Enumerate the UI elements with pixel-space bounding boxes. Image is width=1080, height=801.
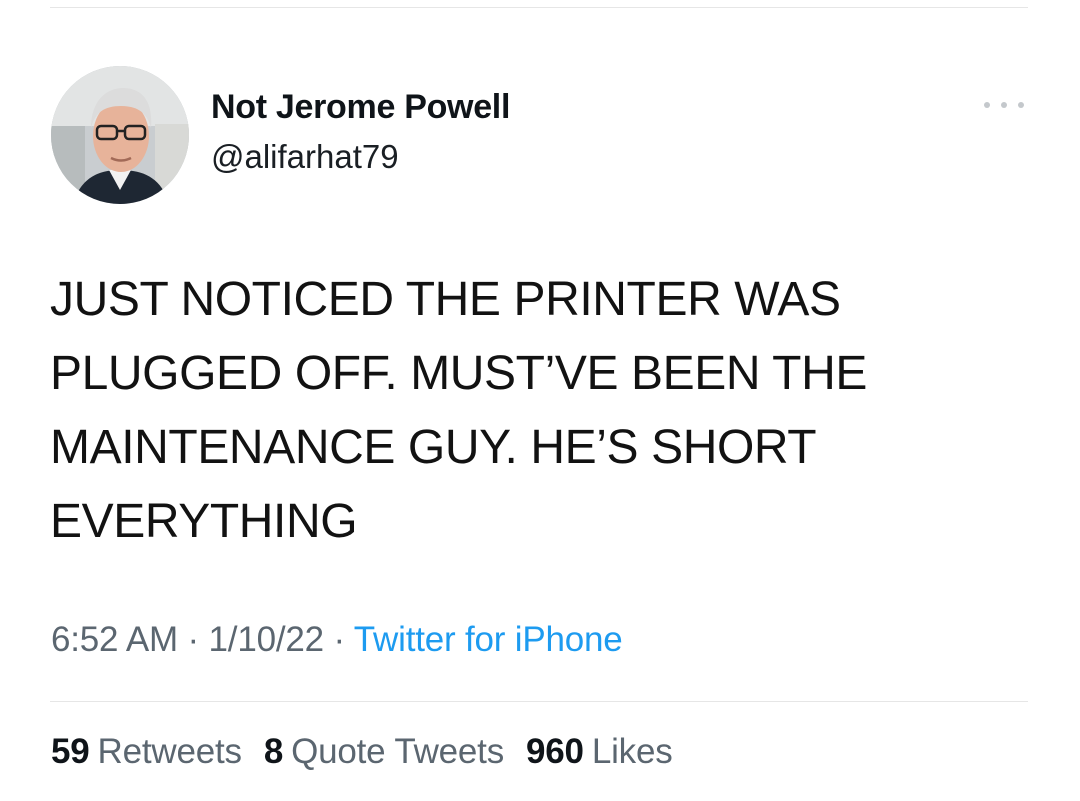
tweet-time[interactable]: 6:52 AM [51,620,178,659]
tweet-source-link[interactable]: Twitter for iPhone [354,620,623,659]
user-handle[interactable]: @alifarhat79 [211,138,399,176]
more-horizontal-icon [984,102,990,108]
avatar-image [51,66,189,204]
avatar[interactable] [51,66,189,204]
likes-label: Likes [591,732,673,771]
tweet-date[interactable]: 1/10/22 [209,620,325,659]
meta-separator: · [333,620,354,659]
more-horizontal-icon-dot [1001,102,1007,108]
quote-tweets-stat[interactable]: 8 Quote Tweets [264,732,504,772]
quote-tweets-label: Quote Tweets [291,732,505,771]
meta-separator: · [187,620,209,659]
likes-count: 960 [526,732,584,771]
top-divider [50,7,1028,8]
meta-divider [50,701,1028,702]
more-horizontal-icon-dot [1018,102,1024,108]
retweets-count: 59 [51,732,90,771]
retweets-stat[interactable]: 59 Retweets [51,732,242,772]
retweets-label: Retweets [97,732,242,771]
tweet-metadata: 6:52 AM · 1/10/22 · Twitter for iPhone [51,620,623,660]
display-name[interactable]: Not Jerome Powell [211,88,510,127]
likes-stat[interactable]: 960 Likes [526,732,673,772]
tweet-text: JUST NOTICED THE PRINTER WAS PLUGGED OFF… [50,273,867,548]
quote-tweets-count: 8 [263,732,284,771]
tweet-stats: 59 Retweets 8 Quote Tweets 960 Likes [51,732,673,772]
more-options-button[interactable] [984,94,1024,116]
